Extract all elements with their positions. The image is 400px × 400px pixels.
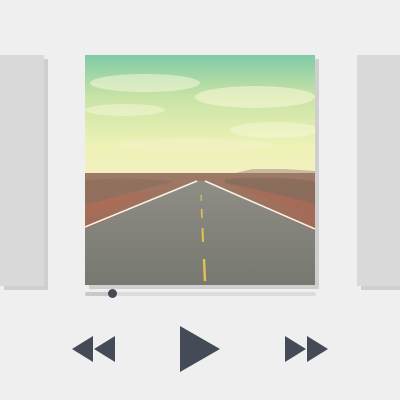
fast-forward-button[interactable]	[284, 336, 329, 362]
album-artwork[interactable]	[85, 55, 315, 285]
progress-knob[interactable]	[108, 289, 118, 298]
next-album-card[interactable]	[357, 55, 400, 286]
fast-forward-icon	[285, 336, 328, 362]
rewind-button[interactable]	[71, 336, 116, 362]
music-player	[0, 0, 400, 400]
rewind-icon	[72, 336, 115, 362]
previous-album-card[interactable]	[0, 55, 44, 286]
play-icon	[180, 326, 220, 372]
desert-road-image	[85, 55, 315, 285]
play-button[interactable]	[179, 326, 221, 372]
progress-bar[interactable]	[85, 289, 316, 298]
